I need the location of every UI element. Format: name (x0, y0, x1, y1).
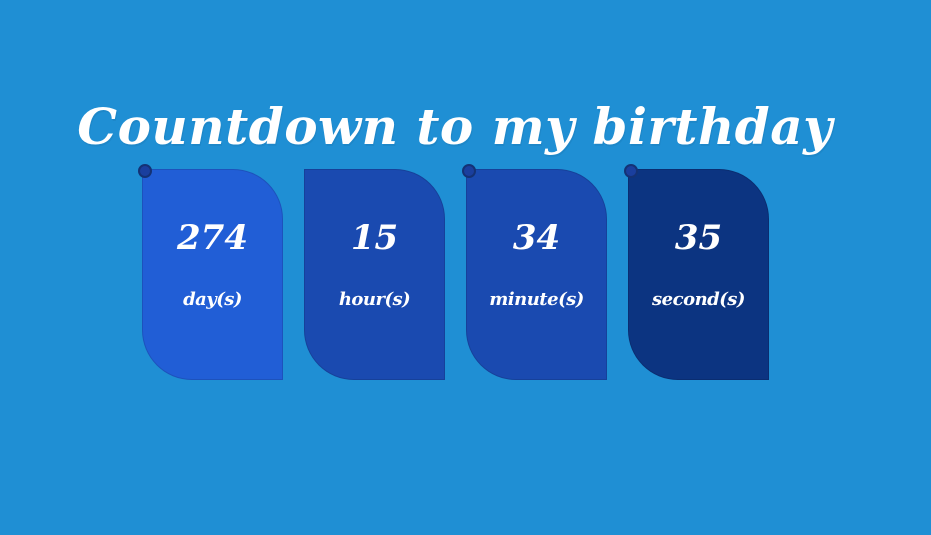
corner-dot-icon (138, 164, 152, 178)
minutes-value: 34 (512, 218, 561, 258)
page-title: Countdown to my birthday (77, 97, 833, 156)
hours-value: 15 (350, 218, 399, 258)
hours-label: hour(s) (338, 289, 411, 310)
corner-dot-icon (462, 164, 476, 178)
days-label: day(s) (183, 289, 242, 310)
days-value: 274 (177, 218, 248, 258)
seconds-label: second(s) (652, 289, 745, 310)
countdown-card-days: 274 day(s) (138, 164, 283, 380)
corner-dot-icon (624, 164, 638, 178)
seconds-value: 35 (674, 218, 723, 258)
minutes-label: minute(s) (489, 289, 584, 310)
countdown-card-hours: 15 hour(s) (304, 169, 445, 380)
countdown-card-minutes: 34 minute(s) (462, 164, 607, 380)
countdown-card-seconds: 35 second(s) (624, 164, 769, 380)
